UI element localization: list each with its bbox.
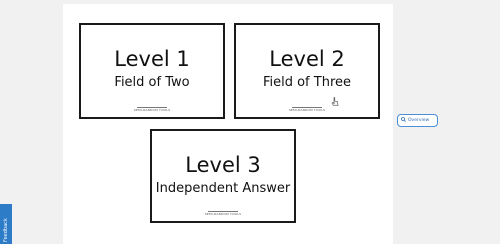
card-subtitle: Field of Three [262, 75, 352, 90]
card-logo: SEMI-RANDOM TOOLS [81, 107, 223, 112]
level-2-card[interactable]: Level 2 Field of Three SEMI-RANDOM TOOLS [234, 23, 380, 119]
card-logo: SEMI-RANDOM TOOLS [152, 211, 294, 216]
card-title: Level 2 [269, 47, 345, 71]
feedback-tab[interactable]: Feedback [0, 204, 12, 244]
card-title: Level 3 [185, 153, 261, 177]
presentation-viewer: Level 1 Field of Two SEMI-RANDOM TOOLS L… [0, 0, 500, 244]
card-logo-text: SEMI-RANDOM TOOLS [288, 108, 326, 112]
overview-button-label: Overview [408, 118, 430, 123]
card-subtitle: Field of Two [114, 75, 190, 90]
card-logo: SEMI-RANDOM TOOLS [236, 107, 378, 112]
search-icon [401, 117, 406, 122]
level-3-card[interactable]: Level 3 Independent Answer SEMI-RANDOM T… [150, 129, 296, 223]
card-logo-text: SEMI-RANDOM TOOLS [204, 212, 242, 216]
overview-button[interactable]: Overview [397, 114, 438, 127]
level-1-card[interactable]: Level 1 Field of Two SEMI-RANDOM TOOLS [79, 23, 225, 119]
hand-cursor-icon [331, 97, 339, 106]
feedback-tab-label: Feedback [3, 218, 9, 242]
card-subtitle: Independent Answer [155, 181, 291, 196]
card-title: Level 1 [114, 47, 190, 71]
card-logo-text: SEMI-RANDOM TOOLS [133, 108, 171, 112]
